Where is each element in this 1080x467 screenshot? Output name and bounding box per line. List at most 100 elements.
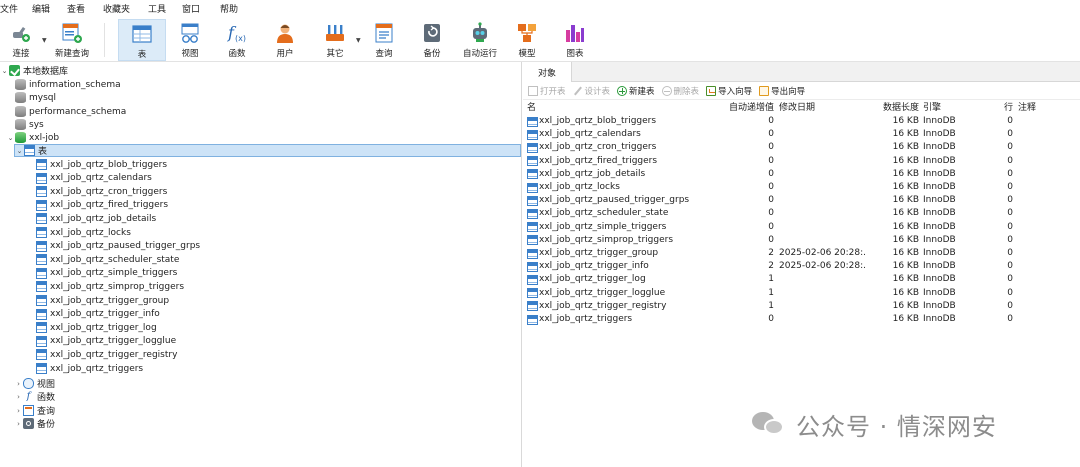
- tree-table-item[interactable]: xxl_job_qrtz_simprop_triggers: [27, 280, 184, 293]
- tree-table-item[interactable]: xxl_job_qrtz_trigger_registry: [27, 348, 177, 361]
- connect-button[interactable]: 连接: [4, 19, 38, 61]
- backup-button[interactable]: 备份: [415, 19, 449, 61]
- row-data-length: 16 KB: [892, 248, 919, 258]
- menu-tools[interactable]: 工具: [148, 2, 182, 15]
- col-auto-increment-header[interactable]: 自动递增值: [728, 102, 774, 115]
- new-table-button[interactable]: 新建表: [617, 85, 655, 97]
- table-row[interactable]: xxl_job_qrtz_job_details 0 16 KB InnoDB 0: [523, 168, 1080, 181]
- row-row-count: 0: [1007, 168, 1013, 179]
- tree-table-item[interactable]: xxl_job_qrtz_trigger_log: [27, 321, 157, 334]
- function-button[interactable]: f (x) 函数: [220, 19, 254, 61]
- tree-db-xxl-job[interactable]: ⌄ xxl-job: [6, 131, 59, 144]
- object-toolbar: 打开表 设计表 新建表 删除表 导入向导 导出向导: [523, 83, 1080, 100]
- tree-table-item[interactable]: xxl_job_qrtz_trigger_info: [27, 308, 160, 321]
- row-auto-increment: 0: [768, 142, 774, 153]
- tree-table-item[interactable]: xxl_job_qrtz_scheduler_state: [27, 253, 179, 266]
- table-row[interactable]: xxl_job_qrtz_calendars 0 16 KB InnoDB 0: [523, 128, 1080, 141]
- tree-table-item[interactable]: xxl_job_qrtz_triggers: [27, 362, 143, 375]
- tree-table-item[interactable]: xxl_job_qrtz_locks: [27, 226, 131, 239]
- table-row[interactable]: xxl_job_qrtz_cron_triggers 0 16 KB InnoDB 0: [523, 141, 1080, 154]
- tree-group-queries[interactable]: › 查询: [14, 404, 55, 417]
- tree-table-item[interactable]: xxl_job_qrtz_blob_triggers: [27, 158, 167, 171]
- tree-group-functions[interactable]: › f 函数: [14, 390, 55, 403]
- view-button[interactable]: 视图: [172, 19, 208, 61]
- tree-table-item[interactable]: xxl_job_qrtz_paused_trigger_grps: [27, 240, 200, 253]
- row-name: xxl_job_qrtz_locks: [539, 182, 620, 192]
- table-row[interactable]: xxl_job_qrtz_trigger_group 2 2025-02-06 20…: [523, 247, 1080, 260]
- tree-table-item[interactable]: xxl_job_qrtz_fired_triggers: [27, 199, 168, 212]
- collapsed-arrow-icon[interactable]: ›: [14, 380, 23, 388]
- import-wizard-button[interactable]: 导入向导: [706, 85, 752, 97]
- tree-db-sys[interactable]: sys: [6, 118, 44, 131]
- tree-db-information-schema[interactable]: information_schema: [6, 78, 121, 91]
- menu-edit[interactable]: 编辑: [32, 2, 67, 15]
- model-button[interactable]: 模型: [510, 19, 544, 61]
- tree-connection-local[interactable]: ⌄ 本地数据库: [0, 64, 68, 77]
- menu-favorites[interactable]: 收藏夹: [103, 2, 148, 15]
- col-comment-header[interactable]: 注释: [1018, 102, 1078, 115]
- table-row[interactable]: xxl_job_qrtz_paused_trigger_grps 0 16 KB In…: [523, 194, 1080, 207]
- menu-file[interactable]: 文件: [0, 2, 32, 15]
- tree-table-item[interactable]: xxl_job_qrtz_trigger_logglue: [27, 335, 176, 348]
- row-name: xxl_job_qrtz_blob_triggers: [539, 116, 657, 126]
- col-rows-header[interactable]: 行: [973, 102, 1013, 115]
- collapsed-arrow-icon[interactable]: ›: [14, 407, 23, 415]
- query-button[interactable]: 查询: [367, 19, 401, 61]
- design-table-button[interactable]: 设计表: [573, 85, 611, 97]
- tree-group-backups[interactable]: › 备份: [14, 417, 55, 430]
- tree-group-tables[interactable]: ⌄ 表: [14, 144, 521, 157]
- table-row[interactable]: xxl_job_qrtz_trigger_logglue 1 16 KB InnoDB…: [523, 287, 1080, 300]
- tree-table-item[interactable]: xxl_job_qrtz_job_details: [27, 212, 156, 225]
- col-engine-header[interactable]: 引擎: [923, 102, 963, 115]
- other-dropdown-icon[interactable]: ▼: [356, 37, 361, 44]
- row-name: xxl_job_qrtz_fired_triggers: [539, 155, 658, 166]
- table-row[interactable]: xxl_job_qrtz_blob_triggers 0 16 KB InnoDB 0: [523, 115, 1080, 128]
- tree-table-item[interactable]: xxl_job_qrtz_trigger_group: [27, 294, 169, 307]
- table-row[interactable]: xxl_job_qrtz_scheduler_state 0 16 KB InnoDB…: [523, 207, 1080, 220]
- expand-arrow-icon[interactable]: ⌄: [6, 134, 15, 142]
- chart-button[interactable]: 图表: [558, 19, 592, 61]
- expand-arrow-icon[interactable]: ⌄: [0, 67, 9, 75]
- expand-arrow-icon[interactable]: ⌄: [15, 147, 24, 155]
- tab-objects[interactable]: 对象: [523, 62, 572, 82]
- collapsed-arrow-icon[interactable]: ›: [14, 420, 23, 428]
- col-name-header[interactable]: 名: [527, 102, 727, 115]
- automation-button[interactable]: 自动运行: [459, 19, 501, 61]
- table-row[interactable]: xxl_job_qrtz_trigger_log 1 16 KB InnoDB 0: [523, 273, 1080, 286]
- table-button[interactable]: 表: [118, 19, 166, 61]
- export-wizard-button[interactable]: 导出向导: [759, 85, 805, 97]
- db-label: xxl-job: [29, 132, 60, 143]
- table-row[interactable]: xxl_job_qrtz_triggers 0 16 KB InnoDB 0: [523, 313, 1080, 326]
- collapsed-arrow-icon[interactable]: ›: [14, 393, 23, 401]
- open-table-button[interactable]: 打开表: [528, 85, 566, 97]
- table-icon: [36, 308, 47, 320]
- user-button[interactable]: 用户: [268, 19, 302, 61]
- tree-db-mysql[interactable]: mysql: [6, 91, 56, 104]
- db-label: mysql: [29, 92, 56, 103]
- table-label: xxl_job_qrtz_trigger_log: [50, 322, 157, 333]
- table-row[interactable]: xxl_job_qrtz_locks 0 16 KB InnoDB 0: [523, 181, 1080, 194]
- connect-dropdown-icon[interactable]: ▼: [42, 37, 47, 44]
- table-row[interactable]: xxl_job_qrtz_fired_triggers 0 16 KB InnoDB 0: [523, 155, 1080, 168]
- table-row[interactable]: xxl_job_qrtz_simple_triggers 0 16 KB InnoDB…: [523, 221, 1080, 234]
- other-button[interactable]: 其它: [318, 19, 352, 61]
- col-modified-header[interactable]: 修改日期: [779, 102, 865, 115]
- tree-table-item[interactable]: xxl_job_qrtz_cron_triggers: [27, 185, 167, 198]
- menu-help[interactable]: 帮助: [220, 2, 247, 15]
- row-engine: InnoDB: [923, 261, 956, 272]
- tree-table-item[interactable]: xxl_job_qrtz_calendars: [27, 172, 152, 185]
- tree-group-views[interactable]: › 视图: [14, 377, 55, 390]
- tree-db-performance-schema[interactable]: performance_schema: [6, 105, 126, 118]
- table-row[interactable]: xxl_job_qrtz_trigger_info 2 2025-02-06 20:…: [523, 260, 1080, 273]
- menu-window[interactable]: 窗口: [182, 2, 220, 15]
- table-icon: [527, 156, 538, 167]
- delete-table-button[interactable]: 删除表: [661, 85, 699, 97]
- menu-view[interactable]: 查看: [67, 2, 103, 15]
- col-data-length-header[interactable]: 数据长度: [867, 102, 919, 115]
- table-icon: [527, 288, 538, 299]
- tree-table-item[interactable]: xxl_job_qrtz_simple_triggers: [27, 267, 177, 280]
- table-row[interactable]: xxl_job_qrtz_trigger_registry 1 16 KB InnoD…: [523, 300, 1080, 313]
- table-row[interactable]: xxl_job_qrtz_simprop_triggers 0 16 KB InnoD…: [523, 234, 1080, 247]
- new-query-button[interactable]: 新建查询: [52, 19, 92, 61]
- row-data-length: 16 KB: [892, 182, 919, 192]
